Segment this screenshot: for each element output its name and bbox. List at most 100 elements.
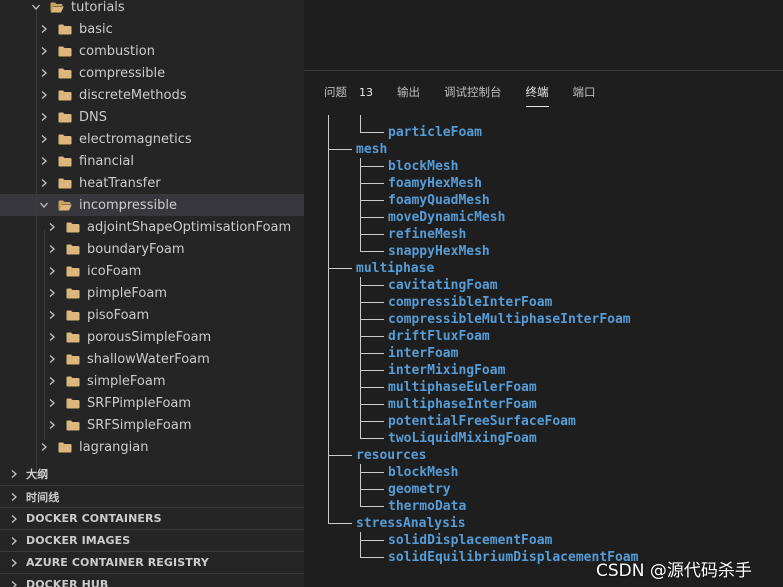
tab-ports[interactable]: 端口 <box>573 79 596 105</box>
chevron-right-icon[interactable] <box>8 491 20 503</box>
folder-icon <box>66 398 80 409</box>
tree-item-poroussimplefoam[interactable]: porousSimpleFoam <box>0 326 304 348</box>
section-header-5[interactable]: DOCKER HUB <box>0 573 304 587</box>
chevron-right-icon[interactable] <box>8 535 20 547</box>
tree-item-lagrangian[interactable]: lagrangian <box>0 436 304 458</box>
tab-debug-console[interactable]: 调试控制台 <box>444 79 502 105</box>
tree-connector <box>360 200 384 201</box>
chevron-right-icon[interactable] <box>38 441 50 453</box>
chevron-right-icon[interactable] <box>46 243 58 255</box>
tree-item-label: SRFPimpleFoam <box>87 395 192 411</box>
tree-item-combustion[interactable]: combustion <box>0 40 304 62</box>
tree-item-adjointshapeoptimisationfoam[interactable]: adjointShapeOptimisationFoam <box>0 216 304 238</box>
tree-item-pisofoam[interactable]: pisoFoam <box>0 304 304 326</box>
tree-item-incompressible[interactable]: incompressible <box>0 194 304 216</box>
tree-item-label: basic <box>79 21 113 37</box>
tree-item-srfpimplefoam[interactable]: SRFPimpleFoam <box>0 392 304 414</box>
terminal-subdir-entry: particleFoam <box>388 125 482 140</box>
chevron-right-icon[interactable] <box>8 579 20 587</box>
tree-connector <box>328 523 352 524</box>
tree-item-dns[interactable]: DNS <box>0 106 304 128</box>
tab-problems[interactable]: 问题 13 <box>324 79 373 105</box>
indent-guide <box>44 230 45 440</box>
chevron-right-icon[interactable] <box>38 111 50 123</box>
tab-terminal[interactable]: 终端 <box>525 79 549 107</box>
terminal-output[interactable]: particleFoam mesh blockMesh foamyHexMesh foa… <box>304 115 783 587</box>
tree-item-basic[interactable]: basic <box>0 18 304 40</box>
folder-icon <box>66 354 80 365</box>
folder-icon <box>58 156 72 167</box>
tree-connector <box>328 149 352 150</box>
chevron-right-icon[interactable] <box>38 23 50 35</box>
chevron-right-icon[interactable] <box>46 221 58 233</box>
chevron-down-icon[interactable] <box>38 199 50 211</box>
chevron-right-icon[interactable] <box>46 419 58 431</box>
tab-output[interactable]: 输出 <box>397 79 420 105</box>
tree-item-heattransfer[interactable]: heatTransfer <box>0 172 304 194</box>
tree-connector <box>328 115 329 132</box>
chevron-right-icon[interactable] <box>38 133 50 145</box>
chevron-right-icon[interactable] <box>38 155 50 167</box>
tree-item-label: incompressible <box>79 197 177 213</box>
chevron-right-icon[interactable] <box>38 177 50 189</box>
tree-item-electromagnetics[interactable]: electromagnetics <box>0 128 304 150</box>
tree-connector <box>360 319 384 320</box>
terminal-subdir-entry: cavitatingFoam <box>388 278 498 293</box>
terminal-subdir-entry: interMixingFoam <box>388 363 506 378</box>
terminal-dir-entry: stressAnalysis <box>356 516 466 531</box>
chevron-right-icon[interactable] <box>46 353 58 365</box>
tree-connector <box>360 506 384 507</box>
terminal-subdir-entry: blockMesh <box>388 465 459 480</box>
chevron-right-icon[interactable] <box>46 397 58 409</box>
terminal-subdir-entry: foamyQuadMesh <box>388 193 490 208</box>
tree-item-label: pisoFoam <box>87 307 150 323</box>
folder-icon <box>66 310 80 321</box>
tree-item-financial[interactable]: financial <box>0 150 304 172</box>
problems-count-badge: 13 <box>359 85 373 99</box>
tree-item-discretemethods[interactable]: discreteMethods <box>0 84 304 106</box>
chevron-right-icon[interactable] <box>46 287 58 299</box>
tree-connector <box>360 557 384 558</box>
chevron-right-icon[interactable] <box>8 468 20 480</box>
section-header-0[interactable]: 大纲 <box>0 463 304 485</box>
chevron-right-icon[interactable] <box>46 265 58 277</box>
folder-icon <box>66 266 80 277</box>
chevron-right-icon[interactable] <box>46 309 58 321</box>
tree-connector <box>360 370 384 371</box>
tree-connector <box>360 387 384 388</box>
chevron-right-icon[interactable] <box>38 89 50 101</box>
tree-item-tutorials[interactable]: tutorials <box>0 0 304 18</box>
chevron-right-icon[interactable] <box>8 513 20 525</box>
chevron-right-icon[interactable] <box>38 45 50 57</box>
tree-connector <box>360 404 384 405</box>
folder-icon <box>66 420 80 431</box>
tab-problems-label: 问题 <box>324 85 347 99</box>
chevron-right-icon[interactable] <box>46 331 58 343</box>
tree-item-compressible[interactable]: compressible <box>0 62 304 84</box>
tree-item-label: icoFoam <box>87 263 142 279</box>
folder-icon <box>58 24 72 35</box>
folder-icon <box>66 376 80 387</box>
chevron-right-icon[interactable] <box>8 557 20 569</box>
chevron-right-icon[interactable] <box>38 67 50 79</box>
explorer-sidebar: tutorials basic combustion compressible disc… <box>0 0 304 587</box>
section-header-2[interactable]: DOCKER CONTAINERS <box>0 507 304 529</box>
tab-debug-console-label: 调试控制台 <box>444 85 502 99</box>
chevron-right-icon[interactable] <box>46 375 58 387</box>
folder-icon <box>66 332 80 343</box>
tree-item-pimplefoam[interactable]: pimpleFoam <box>0 282 304 304</box>
tree-connector <box>360 166 384 167</box>
tree-item-shallowwaterfoam[interactable]: shallowWaterFoam <box>0 348 304 370</box>
section-header-3[interactable]: DOCKER IMAGES <box>0 529 304 551</box>
section-header-1[interactable]: 时间线 <box>0 485 304 507</box>
tree-item-label: lagrangian <box>79 439 149 455</box>
terminal-subdir-entry: solidDisplacementFoam <box>388 533 553 548</box>
section-header-4[interactable]: AZURE CONTAINER REGISTRY <box>0 551 304 573</box>
tab-ports-label: 端口 <box>572 85 596 99</box>
tree-item-label: financial <box>79 153 134 169</box>
tree-item-icofoam[interactable]: icoFoam <box>0 260 304 282</box>
tree-item-simplefoam[interactable]: simpleFoam <box>0 370 304 392</box>
tree-item-boundaryfoam[interactable]: boundaryFoam <box>0 238 304 260</box>
tree-connector <box>360 251 384 252</box>
tree-item-srfsimplefoam[interactable]: SRFSimpleFoam <box>0 414 304 436</box>
